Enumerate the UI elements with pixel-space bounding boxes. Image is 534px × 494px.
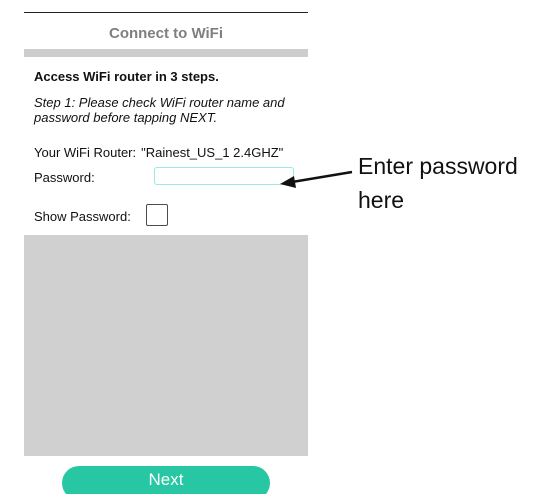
- show-password-label: Show Password:: [34, 209, 131, 224]
- router-row: Your WiFi Router: "Rainest_US_1 2.4GHZ": [34, 145, 283, 160]
- page-title: Connect to WiFi: [108, 25, 224, 42]
- annotation-arrow-icon: [280, 170, 353, 188]
- steps-title: Access WiFi router in 3 steps.: [34, 69, 219, 84]
- step-1-instruction: Step 1: Please check WiFi router name an…: [34, 95, 285, 125]
- annotation-text: Enter password here: [358, 153, 518, 213]
- show-password-checkbox[interactable]: [146, 204, 168, 226]
- header-bar: [24, 49, 308, 57]
- content-panel: [24, 235, 308, 456]
- router-label: Your WiFi Router:: [34, 145, 137, 160]
- next-button[interactable]: Next: [62, 466, 270, 494]
- top-divider: [24, 12, 308, 13]
- page-root: Connect to WiFi Access WiFi router in 3 …: [0, 0, 534, 494]
- router-name: "Rainest_US_1 2.4GHZ": [141, 145, 284, 160]
- password-label: Password:: [34, 170, 95, 185]
- wifi-setup-screen: Connect to WiFi Access WiFi router in 3 …: [24, 0, 308, 494]
